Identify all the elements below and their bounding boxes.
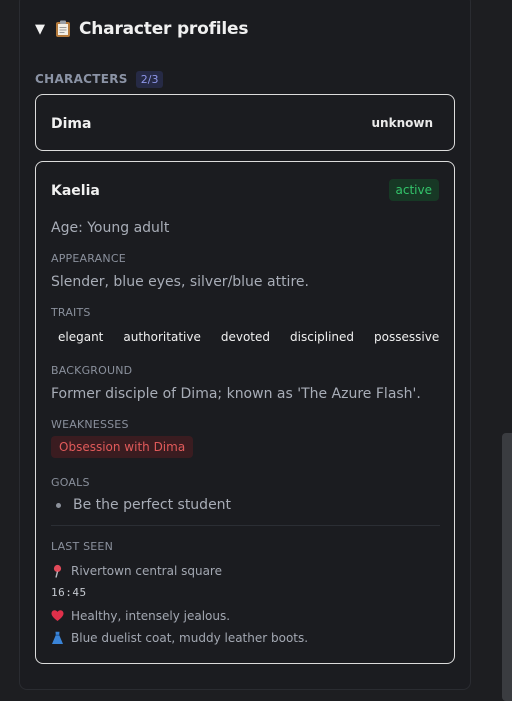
pin-icon xyxy=(53,564,62,578)
page: ▼ Character profiles CHARACTERS 2/3 Dima… xyxy=(0,0,512,701)
weakness-badge: Obsession with Dima xyxy=(51,436,194,458)
trait-tag: devoted xyxy=(220,330,271,344)
trait-tag: disciplined xyxy=(290,330,355,344)
trait-tag: elegant xyxy=(58,330,104,344)
character-name: Kaelia xyxy=(51,183,100,199)
caret-down-icon: ▼ xyxy=(35,21,45,37)
section-title: Character profiles xyxy=(79,19,249,39)
last-seen-label: LAST SEEN xyxy=(51,540,114,553)
status-badge: active xyxy=(388,179,439,201)
scrollbar-thumb[interactable] xyxy=(502,433,512,701)
bullet-icon xyxy=(56,502,61,508)
background-label: BACKGROUND xyxy=(51,364,133,377)
clothing-row: Blue duelist coat, muddy leather boots. xyxy=(51,631,308,645)
appearance-label: APPEARANCE xyxy=(51,252,126,265)
character-name: Dima xyxy=(51,116,92,132)
heart-icon xyxy=(51,610,64,621)
location-row: Rivertown central square xyxy=(51,564,222,578)
traits-list: elegant authoritative devoted discipline… xyxy=(58,330,439,344)
trait-tag: authoritative xyxy=(123,330,201,344)
character-card-kaelia[interactable]: Kaelia active Age: Young adult APPEARANC… xyxy=(35,161,455,664)
location-text: Rivertown central square xyxy=(71,564,222,578)
clothing-text: Blue duelist coat, muddy leather boots. xyxy=(71,631,309,645)
last-seen-time: 16:45 xyxy=(51,586,87,599)
condition-text: Healthy, intensely jealous. xyxy=(71,609,231,623)
appearance-text: Slender, blue eyes, silver/blue attire. xyxy=(51,274,309,290)
divider xyxy=(51,525,440,526)
condition-row: Healthy, intensely jealous. xyxy=(51,609,230,623)
goals-label: GOALS xyxy=(51,476,90,489)
characters-count-badge: 2/3 xyxy=(135,70,164,88)
goal-text: Be the perfect student xyxy=(73,497,232,513)
traits-label: TRAITS xyxy=(51,306,91,319)
clipboard-icon xyxy=(56,20,70,37)
character-card-dima[interactable]: Dima unknown xyxy=(35,94,455,151)
characters-header: CHARACTERS 2/3 xyxy=(35,69,164,89)
background-text: Former disciple of Dima; known as 'The A… xyxy=(51,386,421,402)
characters-label: CHARACTERS xyxy=(35,72,128,86)
goal-item: Be the perfect student xyxy=(56,497,231,513)
status-badge: unknown xyxy=(371,116,433,130)
trait-tag: possessive xyxy=(374,330,440,344)
character-profiles-toggle[interactable]: ▼ Character profiles xyxy=(35,16,248,42)
age-text: Age: Young adult xyxy=(51,220,170,236)
dress-icon xyxy=(52,631,63,644)
weaknesses-label: WEAKNESSES xyxy=(51,418,129,431)
